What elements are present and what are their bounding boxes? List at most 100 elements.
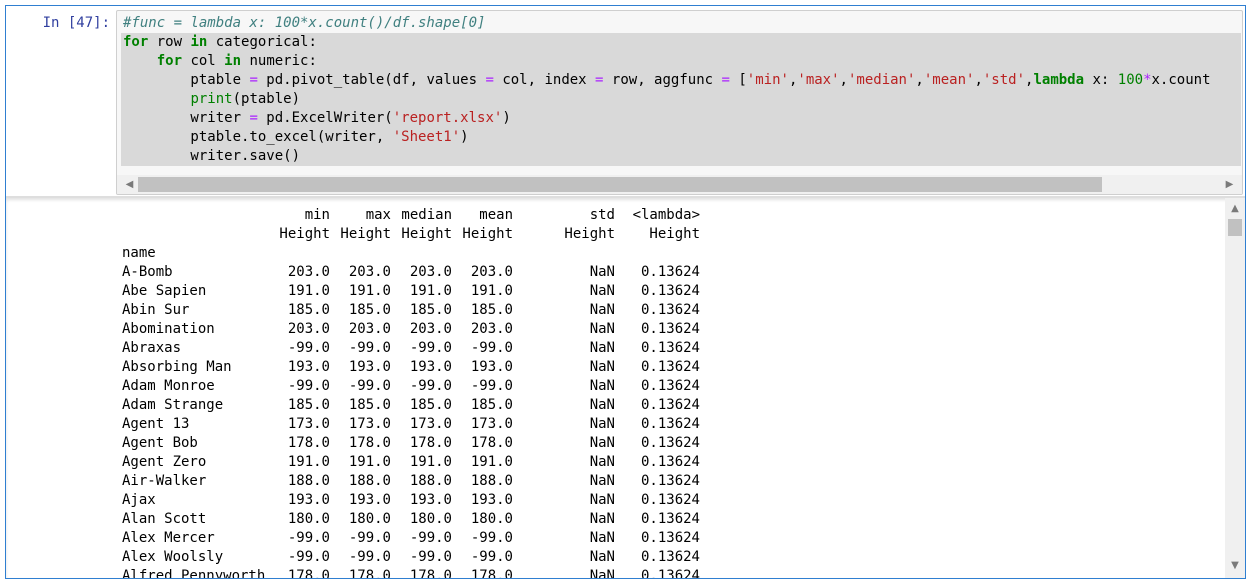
table-row: Absorbing Man 193.0 193.0 193.0 193.0 NaN 0.13… xyxy=(122,358,700,377)
cell-min: 185.0 xyxy=(287,302,330,318)
scroll-up-icon[interactable]: ▲ xyxy=(1225,200,1245,217)
cell-median: 178.0 xyxy=(409,435,452,451)
code-line-8: writer.save() xyxy=(121,147,1241,166)
cell-min: -99.0 xyxy=(287,530,330,546)
cell-max: 191.0 xyxy=(348,283,391,299)
cell-mean: 180.0 xyxy=(470,511,513,527)
cell-min: 180.0 xyxy=(287,511,330,527)
cell-lambda: 0.13624 xyxy=(640,492,700,508)
output-index-name-row: name xyxy=(122,244,173,263)
cell-lambda: 0.13624 xyxy=(640,568,700,578)
cell-name: Agent 13 xyxy=(122,416,190,432)
cell-std: NaN xyxy=(589,435,615,451)
code-text: ptable.to_excel(writer, 'Sheet1') xyxy=(123,129,469,145)
cell-min: 178.0 xyxy=(287,568,330,578)
scroll-right-icon[interactable]: ▶ xyxy=(1221,175,1238,194)
cell-max: -99.0 xyxy=(348,340,391,356)
cell-mean: -99.0 xyxy=(470,530,513,546)
cell-min: -99.0 xyxy=(287,378,330,394)
cell-min: 191.0 xyxy=(287,283,330,299)
table-row: Agent Zero 191.0 191.0 191.0 191.0 NaN 0.13624 xyxy=(122,453,700,472)
subheader-min: Height xyxy=(279,226,330,242)
cell-lambda: 0.13624 xyxy=(640,378,700,394)
cell-min: 203.0 xyxy=(287,264,330,280)
cell-min: -99.0 xyxy=(287,340,330,356)
code-horizontal-scrollbar[interactable]: ◀ ▶ xyxy=(117,175,1242,194)
cell-lambda: 0.13624 xyxy=(640,416,700,432)
code-editor[interactable]: #func = lambda x: 100*x.count()/df.shape… xyxy=(121,14,1241,170)
cell-median: -99.0 xyxy=(409,340,452,356)
subheader-lambda: Height xyxy=(649,226,700,242)
cell-median: 191.0 xyxy=(409,454,452,470)
code-line-1: #func = lambda x: 100*x.count()/df.shape… xyxy=(121,14,1241,33)
scroll-down-icon[interactable]: ▼ xyxy=(1225,557,1245,574)
cell-name: Alex Mercer xyxy=(122,530,215,546)
cell-output-area[interactable]: min max median mean std <lambda> Height … xyxy=(6,196,1245,578)
cell-name: A-Bomb xyxy=(122,264,173,280)
cell-mean: 173.0 xyxy=(470,416,513,432)
cell-std: NaN xyxy=(589,416,615,432)
cell-mean: -99.0 xyxy=(470,340,513,356)
scroll-left-icon[interactable]: ◀ xyxy=(121,175,138,194)
cell-max: 180.0 xyxy=(348,511,391,527)
header-mean: mean xyxy=(479,207,513,223)
code-text: for col in numeric: xyxy=(156,53,317,69)
cell-max: 185.0 xyxy=(348,302,391,318)
output-vertical-scrollbar[interactable]: ▲ ▼ xyxy=(1225,198,1245,578)
cell-lambda: 0.13624 xyxy=(640,454,700,470)
cell-mean: 203.0 xyxy=(470,321,513,337)
cell-max: -99.0 xyxy=(348,530,391,546)
cell-lambda: 0.13624 xyxy=(640,473,700,489)
cell-min: 193.0 xyxy=(287,359,330,375)
cell-mean: 203.0 xyxy=(470,264,513,280)
cell-min: 191.0 xyxy=(287,454,330,470)
cell-max: -99.0 xyxy=(348,549,391,565)
cell-std: NaN xyxy=(589,340,615,356)
cell-name: Adam Strange xyxy=(122,397,224,413)
code-text: writer.save() xyxy=(123,148,301,164)
cell-median: 185.0 xyxy=(409,302,452,318)
cell-mean: 191.0 xyxy=(470,454,513,470)
cell-min: 178.0 xyxy=(287,435,330,451)
output-table: min max median mean std <lambda> Height … xyxy=(122,206,700,578)
code-line-6: writer = pd.ExcelWriter('report.xlsx') xyxy=(121,109,1241,128)
cell-lambda: 0.13624 xyxy=(640,340,700,356)
cell-mean: 193.0 xyxy=(470,359,513,375)
horizontal-scroll-thumb[interactable] xyxy=(138,177,1102,192)
cell-median: 193.0 xyxy=(409,359,452,375)
cell-name: Abomination xyxy=(122,321,215,337)
table-row: Adam Strange 185.0 185.0 185.0 185.0 NaN 0.136… xyxy=(122,396,700,415)
cell-std: NaN xyxy=(589,321,615,337)
cell-name: Agent Bob xyxy=(122,435,198,451)
cell-name: Agent Zero xyxy=(122,454,207,470)
output-data-rows: A-Bomb 203.0 203.0 203.0 203.0 NaN 0.13624 Abe … xyxy=(122,263,700,578)
header-lambda: <lambda> xyxy=(632,207,700,223)
code-line-4: ptable = pd.pivot_table(df, values = col… xyxy=(121,71,1241,90)
code-line-2: for row in categorical: xyxy=(121,33,1241,52)
table-row: Abomination 203.0 203.0 203.0 203.0 NaN 0.1362… xyxy=(122,320,700,339)
output-header-row-1: min max median mean std <lambda> xyxy=(122,206,700,225)
table-row: Abraxas -99.0 -99.0 -99.0 -99.0 NaN 0.13624 xyxy=(122,339,700,358)
code-text: for row in categorical: xyxy=(123,34,317,50)
cell-min: -99.0 xyxy=(287,549,330,565)
cell-max: 188.0 xyxy=(348,473,391,489)
cell-median: 173.0 xyxy=(409,416,452,432)
vertical-scroll-thumb[interactable] xyxy=(1228,219,1242,236)
cell-max: 178.0 xyxy=(348,568,391,578)
table-row: Alan Scott 180.0 180.0 180.0 180.0 NaN 0.13624 xyxy=(122,510,700,529)
cell-max: 173.0 xyxy=(348,416,391,432)
cell-std: NaN xyxy=(589,511,615,527)
table-row: Alfred Pennyworth 178.0 178.0 178.0 178.0 NaN… xyxy=(122,567,700,578)
cell-median: 178.0 xyxy=(409,568,452,578)
cell-lambda: 0.13624 xyxy=(640,264,700,280)
cell-prompt: In [47]: xyxy=(42,15,110,31)
cell-mean: 191.0 xyxy=(470,283,513,299)
cell-std: NaN xyxy=(589,473,615,489)
table-row: Ajax 193.0 193.0 193.0 193.0 NaN 0.13624 xyxy=(122,491,700,510)
cell-mean: -99.0 xyxy=(470,378,513,394)
cell-min: 188.0 xyxy=(287,473,330,489)
cell-mean: 185.0 xyxy=(470,397,513,413)
cell-min: 203.0 xyxy=(287,321,330,337)
cell-max: -99.0 xyxy=(348,378,391,394)
code-input-area[interactable]: #func = lambda x: 100*x.count()/df.shape… xyxy=(116,10,1243,195)
